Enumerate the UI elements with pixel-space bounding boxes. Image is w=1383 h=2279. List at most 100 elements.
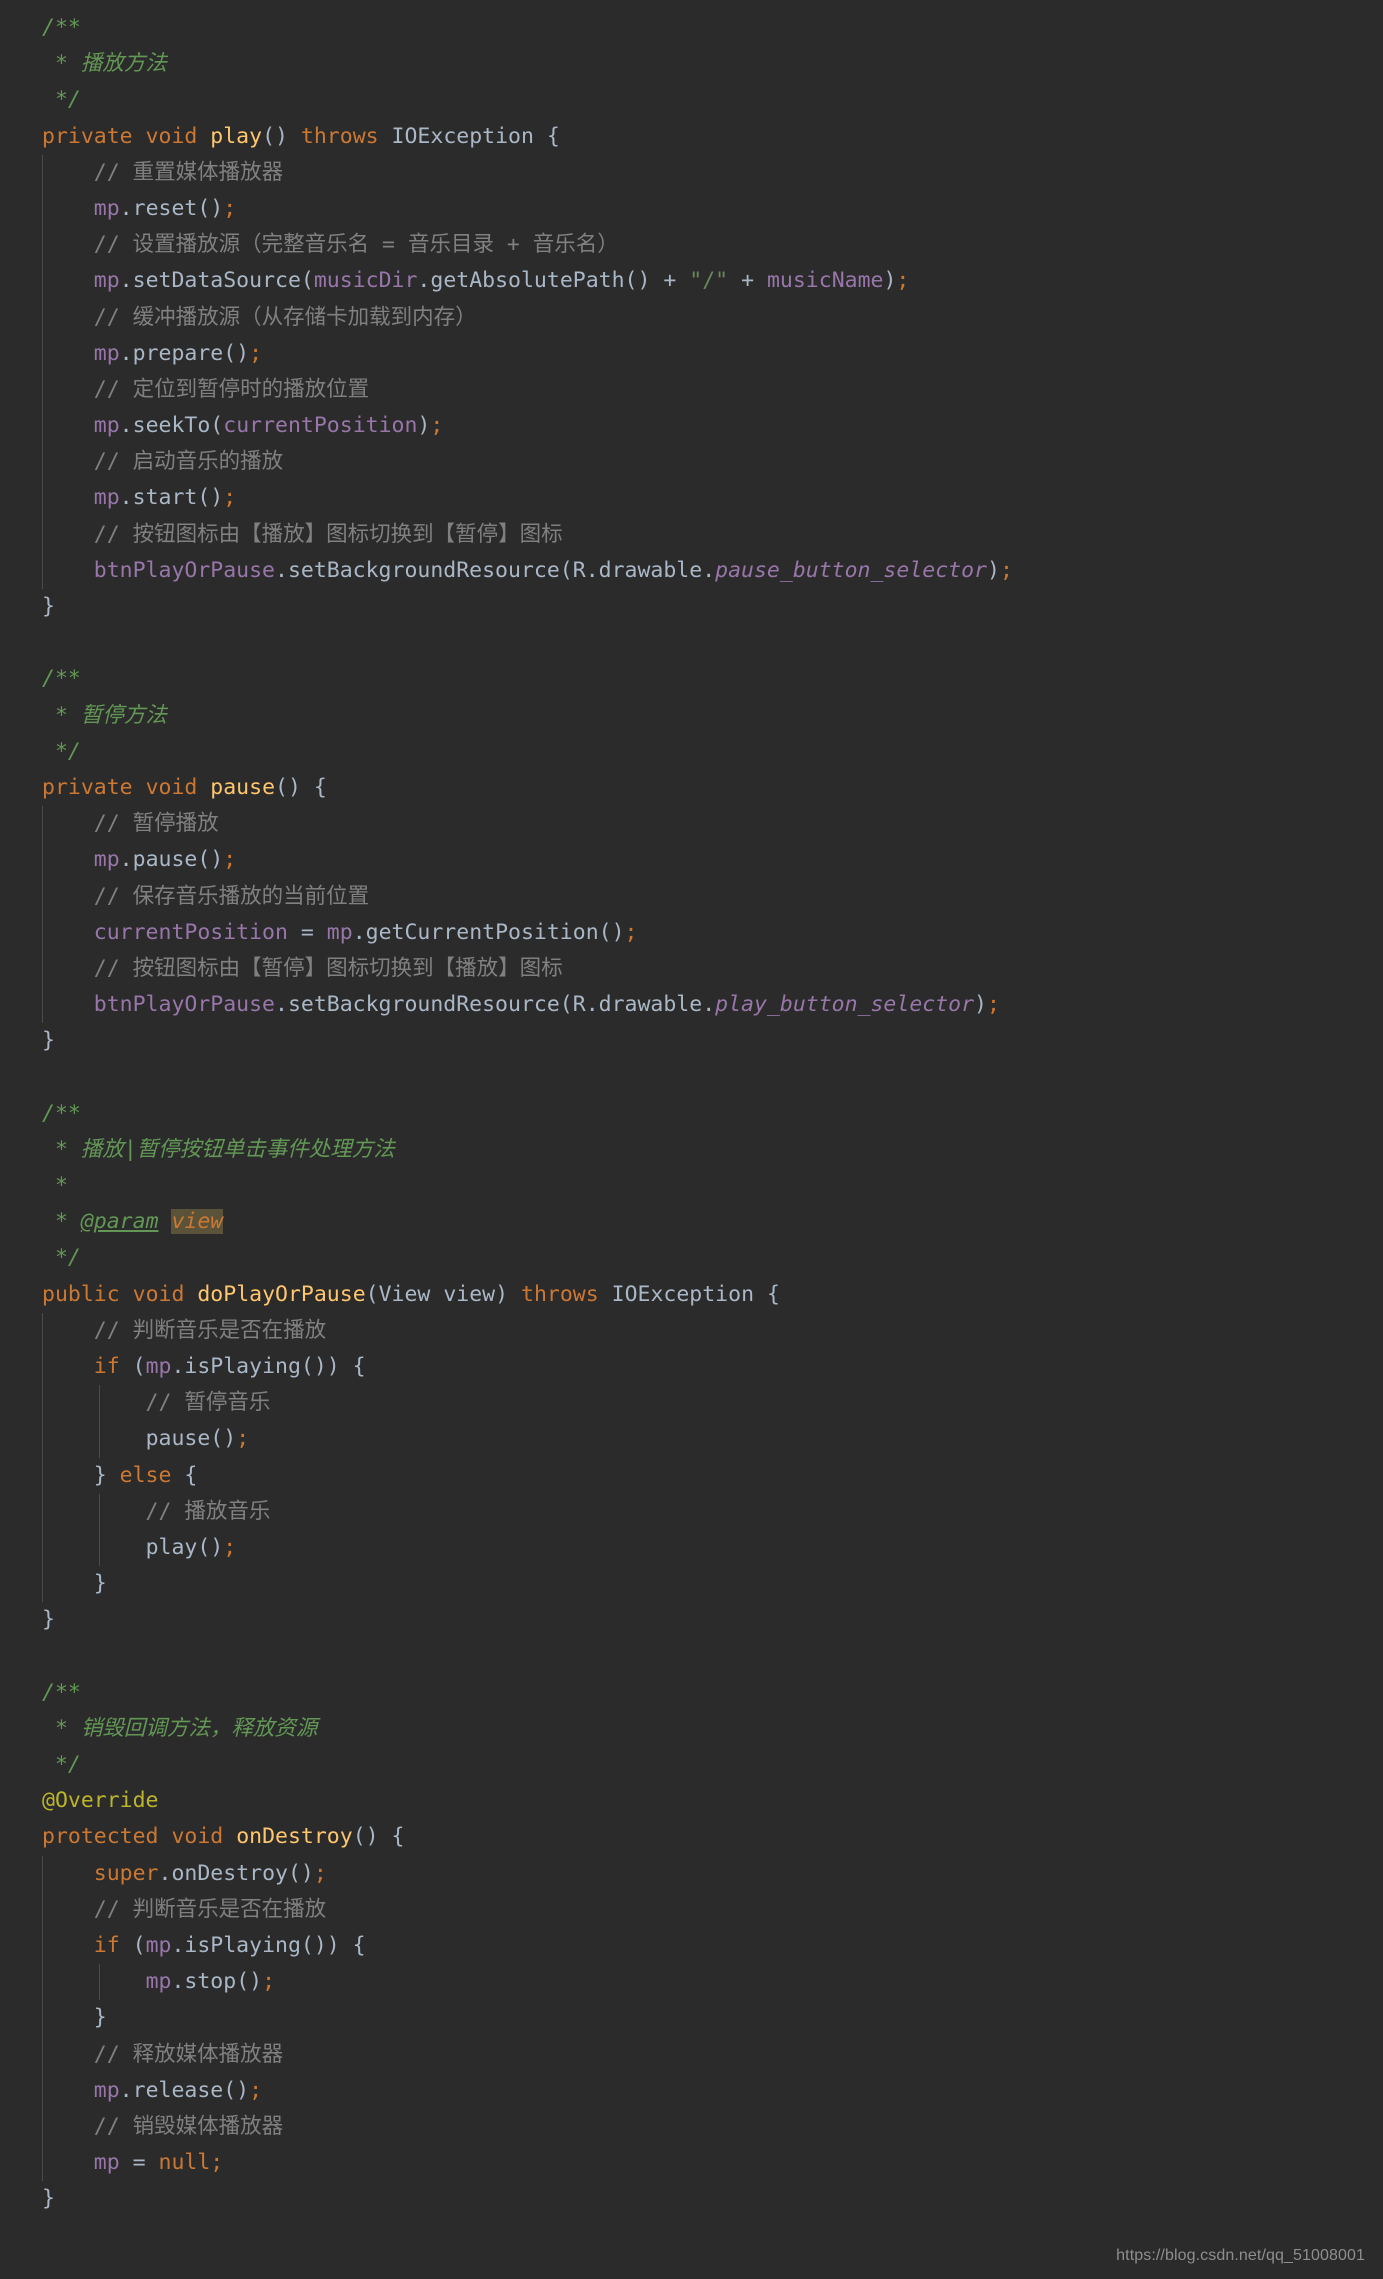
field-mp: mp — [93, 2150, 120, 2176]
code-line: mp.release(); — [0, 2072, 1383, 2109]
field-mp: mp — [145, 1932, 172, 1958]
string-literal-slash: "/" — [689, 268, 729, 294]
call-seekto: seekTo — [132, 413, 211, 439]
code-line: // 销毁媒体播放器 — [0, 2108, 1383, 2146]
brace-close: } — [42, 2186, 55, 2212]
indent-guide — [42, 2000, 43, 2037]
comment: // 启动音乐的播放 — [42, 449, 284, 475]
code-line-method-doplayorpause-decl: public void doPlayOrPause(View view) thr… — [42, 1281, 780, 1307]
type-r: R — [572, 992, 586, 1018]
indent-guide — [99, 1964, 100, 2001]
code-line: } else { — [0, 1457, 1383, 1494]
indent-guide — [99, 1421, 100, 1458]
indent-guide — [42, 1891, 43, 1928]
indent-guide — [42, 987, 43, 1024]
code-line-annotation: @Override — [0, 1783, 1383, 1819]
indent-guide — [42, 878, 43, 915]
code-line-method-ondestroy-decl: protected void onDestroy() { — [42, 1824, 405, 1850]
javadoc-tag-param: @param — [80, 1209, 159, 1235]
javadoc-end: */ — [42, 1752, 81, 1777]
field-drawable: drawable — [598, 992, 703, 1018]
code-line: btnPlayOrPause.setBackgroundResource(R.d… — [0, 552, 1383, 589]
indent-guide — [42, 299, 43, 336]
indent-guide — [42, 1385, 43, 1422]
comment: // 暂停音乐 — [42, 1390, 271, 1416]
javadoc-start: /** — [42, 15, 81, 40]
indent-guide — [42, 371, 43, 409]
code-editor-pane[interactable]: /** * 播放方法 */ private void play() throws… — [0, 0, 1383, 2279]
code-line: } — [0, 1566, 1383, 1603]
indent-guide — [99, 1493, 100, 1530]
keyword-else: else — [119, 1462, 172, 1488]
code-line: // 按钮图标由【暂停】图标切换到【播放】图标 — [0, 950, 1383, 988]
call-pause: pause — [132, 847, 198, 873]
indent-guide — [42, 444, 43, 481]
call-ondestroy: onDestroy — [171, 1860, 288, 1886]
indent-guide — [42, 1348, 43, 1386]
comment: // 释放媒体播放器 — [42, 2041, 284, 2067]
field-btnplayorpause: btnPlayOrPause — [93, 992, 275, 1018]
indent-guide — [42, 154, 43, 191]
javadoc-end: */ — [42, 87, 81, 113]
keyword-void: void — [145, 774, 198, 800]
indent-guide — [42, 516, 43, 553]
call-release: release — [132, 2077, 224, 2103]
indent-guide — [42, 227, 43, 264]
keyword-throws: throws — [521, 1281, 599, 1307]
code-line-method-pause-decl: private void pause() { — [42, 774, 327, 800]
keyword-if: if — [93, 1353, 120, 1379]
code-line: if (mp.isPlaying()) { — [0, 1348, 1383, 1386]
indent-guide — [42, 950, 43, 988]
watermark-url: https://blog.csdn.net/qq_51008001 — [1116, 2247, 1365, 2264]
code-line: /** — [0, 10, 1383, 46]
indent-guide — [42, 2036, 43, 2073]
param-view: view — [443, 1281, 496, 1307]
indent-guide — [42, 1964, 43, 2001]
field-mp: mp — [145, 1969, 172, 1995]
keyword-void: void — [132, 1281, 185, 1307]
keyword-private: private — [42, 123, 133, 149]
field-mp: mp — [93, 413, 120, 439]
code-line: /** — [0, 661, 1383, 697]
field-mp: mp — [93, 847, 120, 873]
resource-play-button-selector: play_button_selector — [715, 992, 975, 1018]
comment: // 设置播放源（完整音乐名 = 音乐目录 + 音乐名） — [42, 232, 619, 258]
code-line: // 判断音乐是否在播放 — [0, 1891, 1383, 1928]
indent-guide — [42, 480, 43, 517]
type-ioexception: IOException — [611, 1281, 755, 1307]
comment: // 按钮图标由【播放】图标切换到【暂停】图标 — [42, 521, 563, 547]
keyword-private: private — [42, 774, 133, 800]
indent-guide — [99, 1529, 100, 1567]
indent-guide — [42, 914, 43, 951]
comment: // 重置媒体播放器 — [42, 159, 284, 185]
type-ioexception: IOException — [391, 123, 534, 149]
field-drawable: drawable — [598, 557, 703, 583]
comment: // 暂停播放 — [42, 811, 219, 837]
keyword-if: if — [93, 1932, 120, 1958]
comment: // 定位到暂停时的播放位置 — [42, 376, 370, 402]
method-name-play: play — [210, 123, 263, 149]
code-line: } — [0, 2000, 1383, 2037]
code-line: // 缓冲播放源（从存储卡加载到内存） — [0, 299, 1383, 336]
indent-guide — [42, 2072, 43, 2109]
comment: // 判断音乐是否在播放 — [42, 1896, 327, 1922]
code-line: // 判断音乐是否在播放 — [0, 1312, 1383, 1349]
keyword-throws: throws — [300, 123, 379, 149]
indent-guide — [42, 1493, 43, 1530]
comment: // 判断音乐是否在播放 — [42, 1317, 327, 1343]
indent-guide — [42, 408, 43, 445]
code-line: * 销毁回调方法，释放资源 — [0, 1711, 1383, 1747]
code-line: mp.seekTo(currentPosition); — [0, 408, 1383, 445]
javadoc-blank: * — [42, 1173, 68, 1198]
code-line: * 播放|暂停按钮单击事件处理方法 — [0, 1132, 1383, 1168]
code-line: // 定位到暂停时的播放位置 — [0, 371, 1383, 409]
brace-close: } — [42, 594, 55, 619]
indent-guide — [42, 1927, 43, 1965]
indent-guide — [42, 1457, 43, 1494]
javadoc-text: * 播放|暂停按钮单击事件处理方法 — [42, 1136, 395, 1162]
call-isplaying: isPlaying — [184, 1932, 301, 1958]
indent-guide — [99, 1385, 100, 1422]
field-mp: mp — [93, 268, 120, 294]
